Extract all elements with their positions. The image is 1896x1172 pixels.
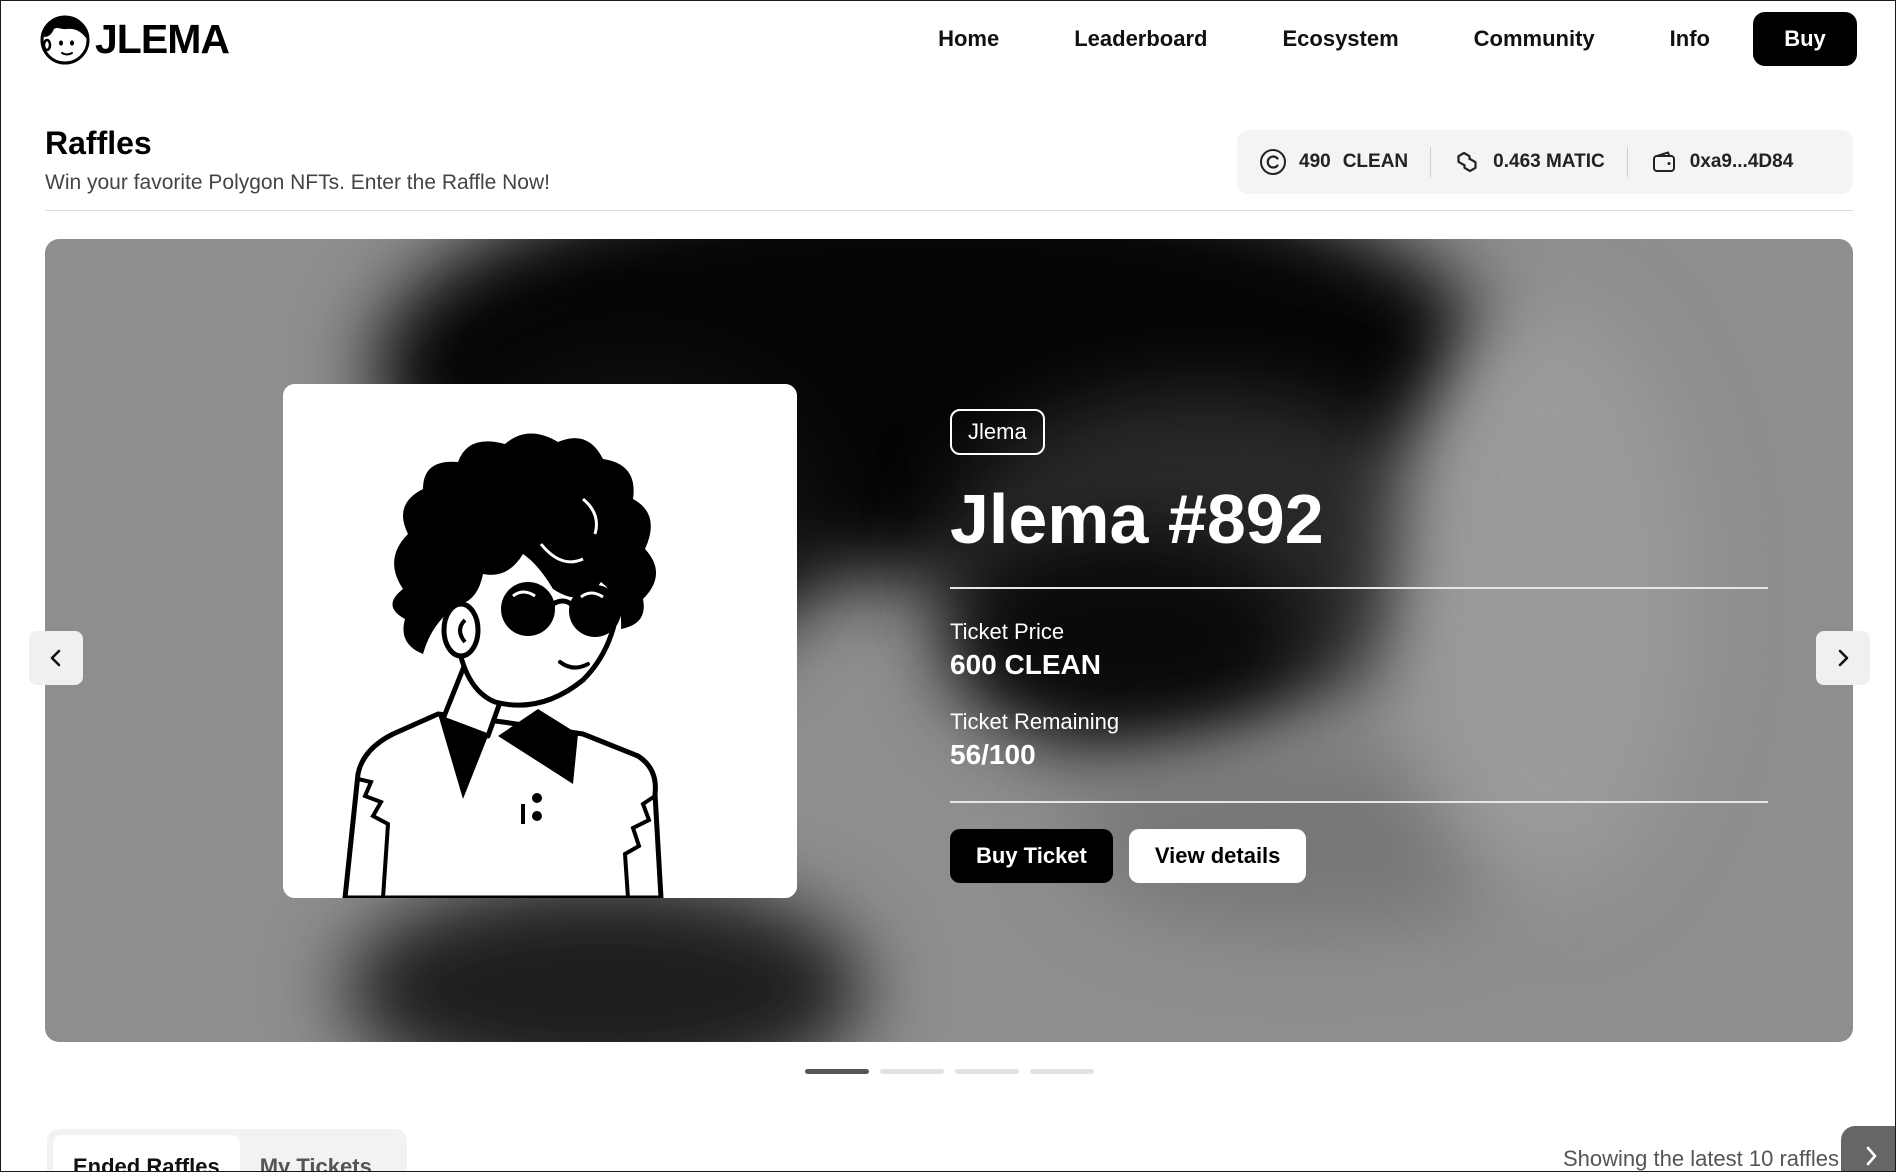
list-count-text: Showing the latest 10 raffles — [1563, 1146, 1839, 1171]
raffle-hero-slide: Jlema Jlema #892 Ticket Price 600 CLEAN … — [45, 239, 1853, 1042]
clean-balance: 490 CLEAN — [1237, 130, 1430, 194]
brand-name: JLEMA — [95, 15, 230, 62]
clean-amount: 490 — [1299, 151, 1331, 172]
page-subtitle: Win your favorite Polygon NFTs. Enter th… — [45, 171, 550, 194]
clean-unit: CLEAN — [1342, 151, 1409, 172]
matic-amount: 0.463 MATIC — [1493, 151, 1605, 172]
carousel-dot[interactable] — [955, 1069, 1019, 1074]
info-divider — [950, 587, 1768, 589]
tab-ended-raffles[interactable]: Ended Raffles — [53, 1135, 240, 1171]
brand-logo[interactable]: JLEMA — [39, 13, 230, 65]
top-navbar: JLEMA Home Leaderboard Ecosystem Communi… — [1, 1, 1895, 79]
raffle-actions: Buy Ticket View details — [950, 829, 1768, 883]
jlema-face-icon — [40, 15, 90, 65]
nft-title: Jlema #892 — [950, 480, 1324, 558]
nft-image[interactable] — [283, 384, 797, 898]
nav-home[interactable]: Home — [938, 12, 999, 66]
ticket-remaining-value: 56/100 — [950, 739, 1036, 770]
ticket-price-label: Ticket Price — [950, 619, 1065, 644]
nav-info[interactable]: Info — [1670, 12, 1710, 66]
page-title: Raffles — [45, 125, 152, 161]
view-details-button[interactable]: View details — [1128, 829, 1307, 883]
scroll-button[interactable] — [1841, 1126, 1895, 1171]
app-frame: JLEMA Home Leaderboard Ecosystem Communi… — [0, 0, 1896, 1172]
wallet-summary: 490 CLEAN 0.463 MATIC 0xa9...4D84 — [1237, 130, 1853, 194]
carousel-dot[interactable] — [880, 1069, 944, 1074]
nav-community[interactable]: Community — [1474, 12, 1595, 66]
tab-my-tickets[interactable]: My Tickets — [240, 1135, 392, 1171]
wallet-icon — [1652, 151, 1675, 172]
buy-button[interactable]: Buy — [1753, 12, 1857, 66]
chevron-left-icon — [50, 649, 61, 667]
ticket-remaining-label: Ticket Remaining — [950, 709, 1120, 734]
jlema-avatar-illustration — [283, 384, 797, 898]
nav-ecosystem[interactable]: Ecosystem — [1282, 12, 1398, 66]
header-divider — [45, 210, 1853, 211]
raffle-info: Jlema Jlema #892 Ticket Price 600 CLEAN … — [950, 409, 1768, 883]
matic-balance: 0.463 MATIC — [1431, 130, 1627, 194]
copyright-coin-icon — [1260, 149, 1286, 175]
ticket-price-value: 600 CLEAN — [950, 649, 1101, 680]
polygon-link-icon — [1457, 151, 1477, 173]
info-divider — [950, 801, 1768, 803]
carousel-dot[interactable] — [1030, 1069, 1094, 1074]
main-nav: Home Leaderboard Ecosystem Community Inf… — [938, 12, 1857, 66]
wallet-address-chip[interactable]: 0xa9...4D84 — [1628, 130, 1816, 194]
buy-ticket-button[interactable]: Buy Ticket — [950, 829, 1113, 883]
raffle-tabs: Ended Raffles My Tickets — [47, 1129, 407, 1171]
carousel-prev-button[interactable] — [29, 631, 83, 685]
chevron-right-icon — [1838, 649, 1849, 667]
wallet-address: 0xa9...4D84 — [1689, 151, 1794, 172]
carousel-next-button[interactable] — [1816, 631, 1870, 685]
carousel-dot[interactable] — [805, 1069, 869, 1074]
nav-leaderboard[interactable]: Leaderboard — [1074, 12, 1207, 66]
chevron-right-icon — [1866, 1146, 1877, 1166]
collection-badge[interactable]: Jlema — [950, 409, 1045, 455]
carousel-indicators — [805, 1069, 1094, 1074]
